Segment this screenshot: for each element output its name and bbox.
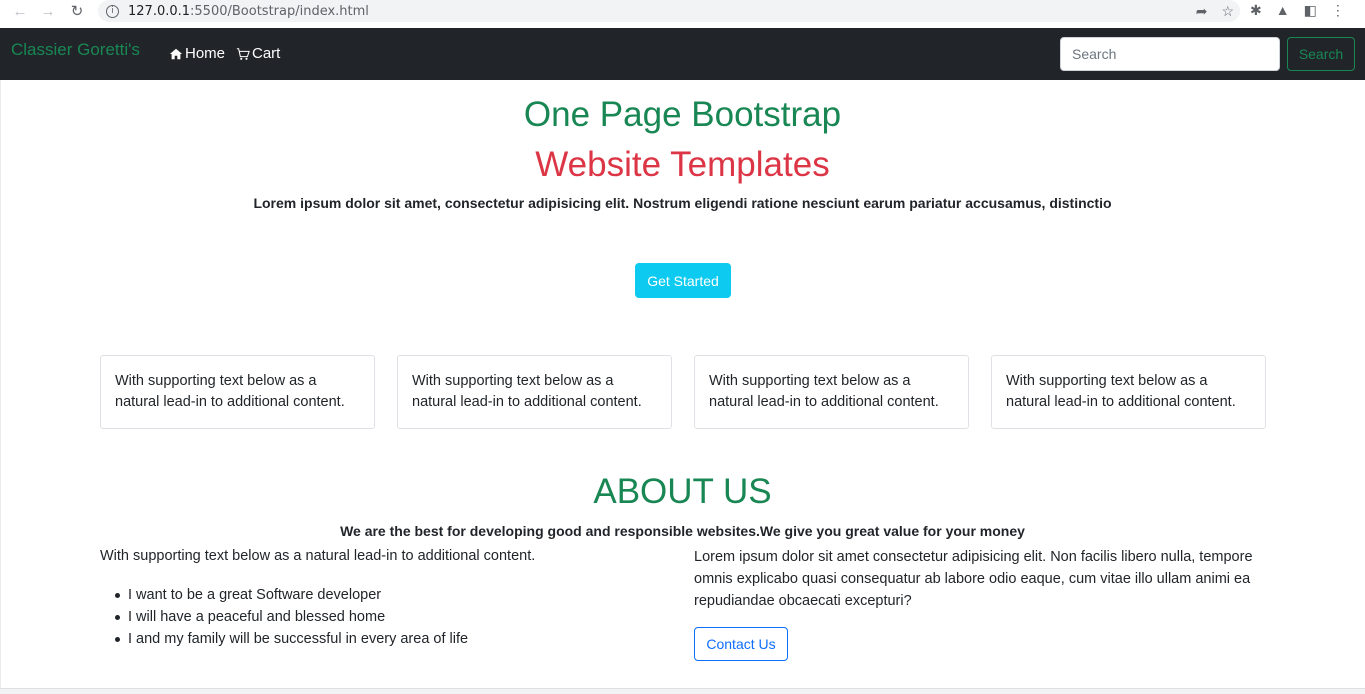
- about-subtitle: We are the best for developing good and …: [340, 523, 1025, 539]
- site-navbar: Classier Goretti's Home Cart Search: [0, 28, 1365, 80]
- nav-link-label: Cart: [252, 45, 281, 62]
- list-item: I want to be a great Software developer: [114, 584, 468, 606]
- address-bar[interactable]: i 127.0.0.1:5500/Bootstrap/index.html ➦ …: [98, 0, 1240, 22]
- feature-card: With supporting text below as a natural …: [100, 355, 375, 429]
- nav-link-cart[interactable]: Cart: [236, 45, 280, 62]
- labs-flask-icon[interactable]: ▲: [1276, 2, 1290, 19]
- bookmark-star-icon[interactable]: ☆: [1221, 3, 1234, 20]
- browser-toolbar: ← → ↻ i 127.0.0.1:5500/Bootstrap/index.h…: [0, 0, 1365, 28]
- house-icon: [169, 48, 183, 59]
- about-title: ABOUT US: [593, 472, 772, 511]
- reload-icon[interactable]: ↻: [66, 0, 88, 22]
- list-item: I and my family will be successful in ev…: [114, 628, 468, 650]
- feature-card: With supporting text below as a natural …: [694, 355, 969, 429]
- feature-card: With supporting text below as a natural …: [397, 355, 672, 429]
- hero-lead: Lorem ipsum dolor sit amet, consectetur …: [253, 195, 1112, 211]
- menu-kebab-icon[interactable]: ⋮: [1331, 2, 1345, 19]
- extensions-puzzle-icon[interactable]: ✱: [1250, 2, 1262, 19]
- address-url: 127.0.0.1:5500/Bootstrap/index.html: [128, 3, 369, 19]
- cart-icon: [236, 47, 250, 60]
- contact-us-button[interactable]: Contact Us: [694, 627, 788, 661]
- get-started-button[interactable]: Get Started: [635, 263, 731, 298]
- nav-link-home[interactable]: Home: [169, 45, 225, 62]
- back-icon[interactable]: ←: [9, 0, 31, 22]
- hero-title-line1: One Page Bootstrap: [523, 95, 842, 134]
- horizontal-scrollbar[interactable]: [0, 688, 1365, 694]
- hero-title-line2: Website Templates: [535, 145, 830, 184]
- goals-list: I want to be a great Software developer …: [114, 584, 468, 650]
- share-icon[interactable]: ➦: [1196, 3, 1208, 20]
- search-button[interactable]: Search: [1287, 37, 1355, 71]
- about-left-text: With supporting text below as a natural …: [100, 548, 536, 564]
- feature-card: With supporting text below as a natural …: [991, 355, 1266, 429]
- nav-link-label: Home: [185, 45, 226, 62]
- site-info-icon[interactable]: i: [106, 4, 119, 18]
- forward-icon[interactable]: →: [37, 0, 59, 22]
- about-right-text: Lorem ipsum dolor sit amet consectetur a…: [694, 549, 1253, 609]
- list-item: I will have a peaceful and blessed home: [114, 606, 468, 628]
- brand-link[interactable]: Classier Goretti's: [11, 40, 140, 60]
- search-input[interactable]: [1060, 37, 1280, 71]
- side-panel-icon[interactable]: ◧: [1304, 2, 1317, 19]
